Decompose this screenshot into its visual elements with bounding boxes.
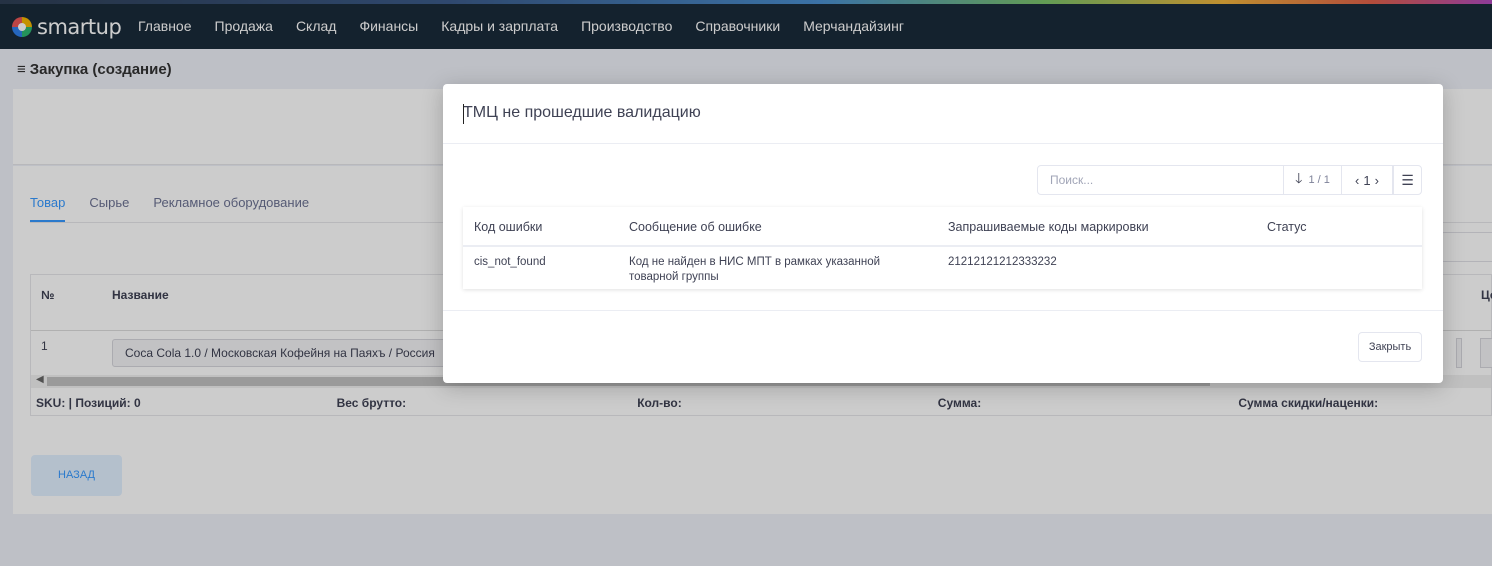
marking-codes-cell: 21212121212333232 [948,256,1057,268]
sort-pager[interactable]: 🡓 1 / 1 [1283,165,1342,195]
close-button[interactable]: Закрыть [1358,332,1422,362]
column-header-status: Статус [1267,220,1307,234]
dialog-title: ТМЦ не прошедшие валидацию [463,104,701,124]
column-header-error-code: Код ошибки [474,220,543,234]
error-message-cell: Код не найден в НИС МПТ в рамках указанн… [629,256,881,283]
search-input[interactable] [1037,165,1284,195]
chevron-left-icon[interactable]: ‹ [1355,173,1359,188]
arrow-down-icon[interactable]: 🡓 [1295,168,1302,192]
errors-table: Код ошибки Сообщение об ошибке Запрашива… [463,207,1422,289]
menu-icon: ☰ [1401,171,1414,188]
error-code-cell: cis_not_found [474,256,546,268]
column-header-marking-codes: Запрашиваемые коды маркировки [948,220,1149,234]
pager-count: 1 / 1 [1308,174,1330,186]
divider [443,310,1443,311]
validation-errors-dialog: ТМЦ не прошедшие валидацию 🡓 1 / 1 ‹ 1 ›… [443,84,1443,383]
column-header-error-message: Сообщение об ошибке [629,220,762,234]
table-settings-button[interactable]: ☰ [1393,165,1422,195]
divider [443,143,1443,144]
page-number: 1 [1363,172,1371,188]
page-navigation: ‹ 1 › [1341,165,1393,195]
chevron-right-icon[interactable]: › [1375,173,1379,188]
header-divider [463,245,1422,247]
